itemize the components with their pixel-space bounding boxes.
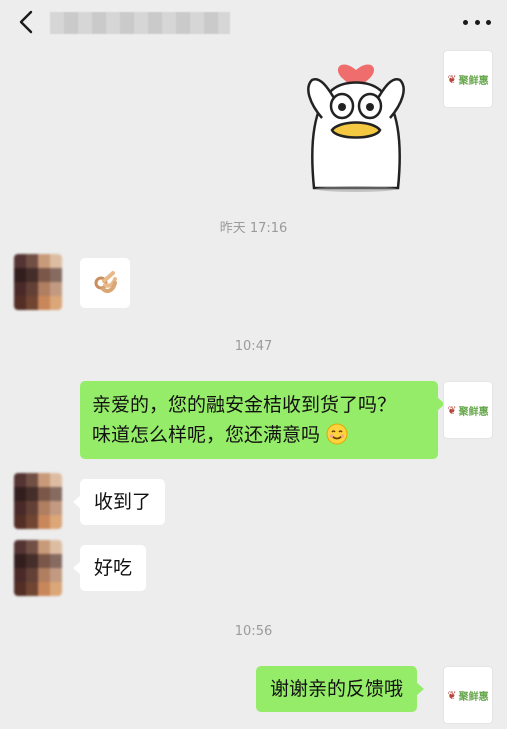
chat-header — [0, 0, 507, 46]
smiling-face-icon — [326, 423, 348, 445]
timestamp: 昨天 17:16 — [219, 221, 288, 236]
more-options-button[interactable] — [463, 14, 491, 30]
ellipsis-dot — [474, 19, 480, 25]
contact-avatar[interactable] — [14, 254, 62, 310]
self-avatar[interactable]: ❦ 聚鲜惠 — [443, 666, 493, 724]
self-avatar[interactable]: ❦ 聚鲜惠 — [443, 50, 493, 108]
contact-avatar[interactable] — [14, 473, 62, 529]
contact-avatar[interactable] — [14, 540, 62, 596]
timestamp: 10:56 — [234, 624, 273, 639]
message-bubble-self[interactable]: 谢谢亲的反馈哦 — [256, 666, 425, 712]
self-avatar-label: 聚鲜惠 — [458, 75, 489, 87]
ellipsis-icon — [463, 19, 468, 25]
ok-hand-icon — [94, 271, 117, 293]
chat-title-blurred — [50, 12, 230, 34]
message-bubble-other[interactable]: 好吃 — [72, 545, 147, 591]
message-bubble-self[interactable]: 亲爱的，您的融安金桔收到货了吗？ 味道怎么样呢，您还满意吗 — [80, 381, 445, 459]
leaf-icon: ❦ — [447, 403, 457, 417]
message-bubble-other[interactable]: 收到了 — [72, 479, 166, 525]
leaf-icon: ❦ — [447, 72, 457, 86]
message-emoji[interactable] — [80, 258, 130, 308]
message-line: 味道怎么样呢，您还满意吗 — [92, 424, 321, 446]
message-line-wrap: 味道怎么样呢，您还满意吗 — [92, 420, 426, 450]
timestamp: 10:47 — [234, 339, 273, 354]
leaf-icon: ❦ — [447, 688, 457, 702]
ellipsis-dot — [486, 19, 491, 25]
message-line: 亲爱的，您的融安金桔收到货了吗？ — [92, 394, 397, 416]
self-avatar[interactable]: ❦ 聚鲜惠 — [443, 381, 493, 439]
self-avatar-label: 聚鲜惠 — [458, 406, 489, 418]
self-avatar-label: 聚鲜惠 — [458, 691, 489, 703]
duck-heart-sticker[interactable] — [292, 48, 420, 192]
back-button[interactable] — [12, 8, 40, 36]
chevron-left-icon — [19, 10, 33, 34]
